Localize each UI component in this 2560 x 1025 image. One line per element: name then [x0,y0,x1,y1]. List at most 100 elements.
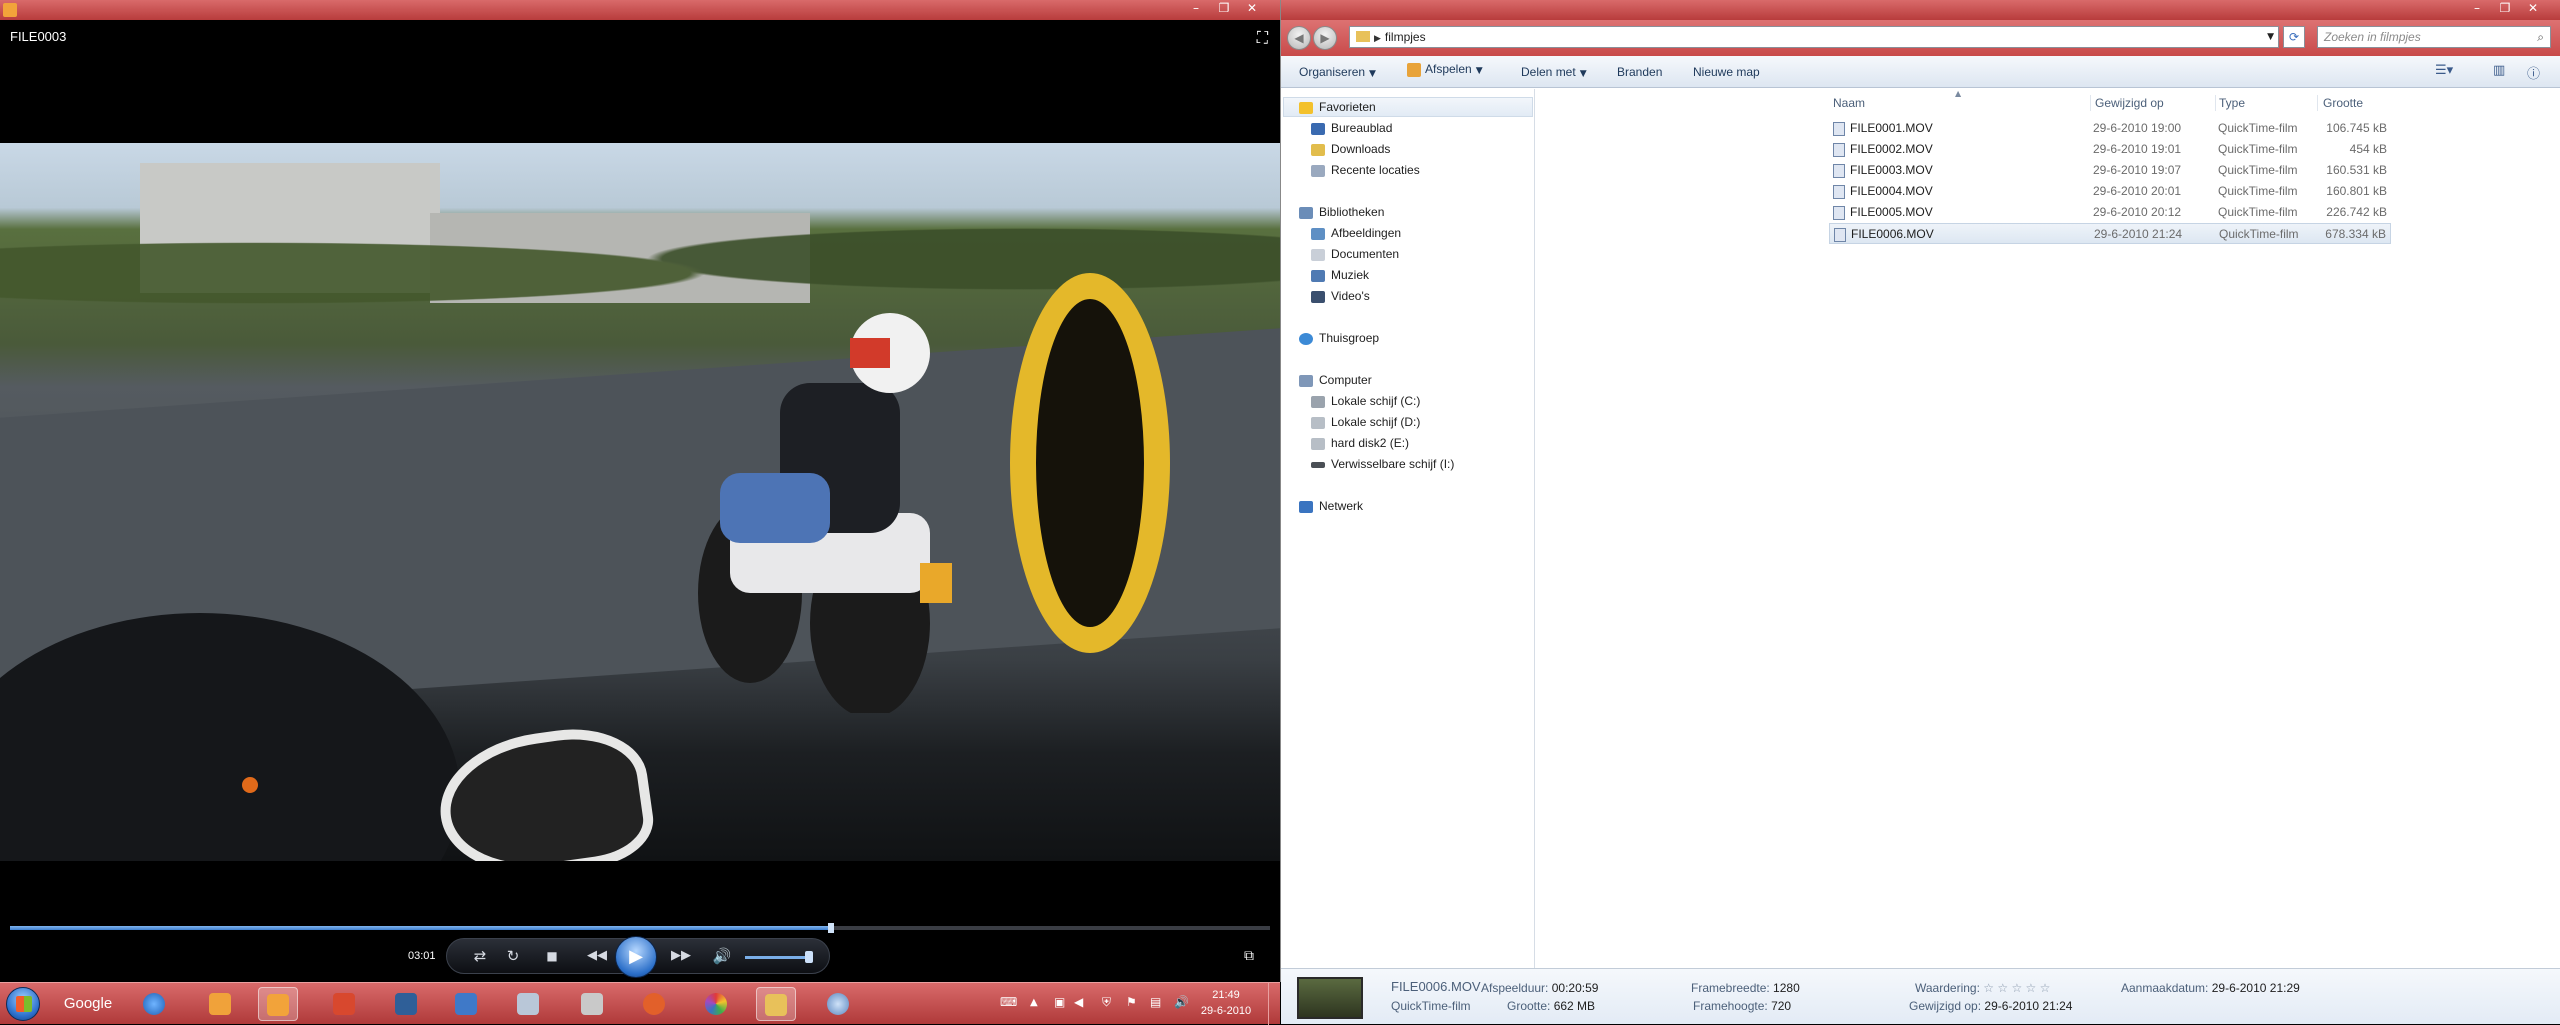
nav-drive-c[interactable]: Lokale schijf (C:) [1311,391,1420,411]
video-frame[interactable] [0,143,1280,861]
nav-favorites[interactable]: Favorieten [1299,97,1376,117]
help-icon[interactable]: ⓘ [2527,63,2540,82]
nav-downloads[interactable]: Downloads [1311,139,1390,159]
homegroup-icon [1299,332,1313,345]
file-row[interactable]: FILE0003.MOV 29-6-2010 19:07 QuickTime-fil… [1829,160,2391,181]
taskbar-messenger[interactable] [200,987,240,1021]
taskbar-calculator[interactable] [508,987,548,1021]
address-bar[interactable]: ▶ filmpjes ▼ [1349,26,2279,48]
repeat-icon[interactable]: ↻ [503,946,523,966]
column-header-name[interactable]: Naam [1833,93,1865,113]
column-header-type[interactable]: Type [2219,93,2245,113]
minimize-icon[interactable]: – [2465,0,2489,16]
volume-slider[interactable] [745,956,813,959]
file-name: FILE0004.MOV [1850,184,1933,198]
search-icon[interactable]: ⌕ [2537,27,2544,47]
play-button[interactable]: Afspelen ▼ [1407,62,1483,77]
nav-music-label: Muziek [1331,268,1370,282]
tray-volume-icon[interactable]: 🔊 [1174,995,1189,1009]
file-row[interactable]: FILE0001.MOV 29-6-2010 19:00 QuickTime-fil… [1829,118,2391,139]
new-folder-button[interactable]: Nieuwe map [1693,65,1760,79]
previous-icon[interactable]: ◀◀ [584,946,610,966]
preview-pane-icon[interactable]: ▥ [2493,63,2505,78]
nav-documents[interactable]: Documenten [1311,244,1399,264]
taskbar-app-tools[interactable] [324,987,364,1021]
taskbar-picasa[interactable] [696,987,736,1021]
nav-music[interactable]: Muziek [1311,265,1369,285]
column-separator[interactable] [2090,95,2091,111]
switch-to-library-icon[interactable]: ⧉ [1244,948,1254,964]
taskbar-game[interactable] [634,987,674,1021]
minimize-icon[interactable]: – [1184,0,1208,16]
tray-flag-icon[interactable]: ⚑ [1126,995,1137,1009]
nav-videos[interactable]: Video's [1311,286,1370,306]
tray-app-icon[interactable]: ▣ [1054,995,1065,1009]
nav-drive-i[interactable]: Verwisselbare schijf (I:) [1311,454,1454,474]
movie-file-icon [1833,164,1845,178]
fullscreen-toggle-icon[interactable]: ⛶ [1257,28,1268,48]
taskbar-explorer[interactable] [756,987,796,1021]
volume-icon[interactable]: 🔊 [712,946,732,966]
rating-stars-icon[interactable]: ☆ ☆ ☆ ☆ ☆ [1983,981,2050,995]
burn-button[interactable]: Branden [1617,65,1662,79]
file-row-selected[interactable]: FILE0006.MOV 29-6-2010 21:24 QuickTime-fil… [1829,223,2391,244]
file-row[interactable]: FILE0005.MOV 29-6-2010 20:12 QuickTime-fil… [1829,202,2391,223]
close-icon[interactable]: ✕ [1240,0,1264,16]
nav-drive-e[interactable]: hard disk2 (E:) [1311,433,1409,453]
taskbar-browser[interactable] [134,987,174,1021]
forward-icon[interactable]: ▶ [1313,26,1337,50]
play-icon[interactable]: ▶ [615,936,657,978]
share-button[interactable]: Delen met ▼ [1521,65,1587,79]
tray-network-icon[interactable]: ▤ [1150,995,1161,1009]
next-icon[interactable]: ▶▶ [668,946,694,966]
file-row[interactable]: FILE0004.MOV 29-6-2010 20:01 QuickTime-fil… [1829,181,2391,202]
nav-network[interactable]: Netwerk [1299,496,1363,516]
search-input[interactable]: Zoeken in filmpjes ⌕ [2317,26,2551,48]
taskbar-clock[interactable]: 21:49 29-6-2010 [1196,987,1256,1019]
volume-slider-handle[interactable] [805,951,813,963]
taskbar-google[interactable]: Google [58,987,118,1021]
close-icon[interactable]: ✕ [2521,0,2545,16]
refresh-icon[interactable]: ⟳ [2283,26,2305,48]
back-icon[interactable]: ◀ [1287,26,1311,50]
taskbar-teamspeak[interactable] [386,987,426,1021]
shuffle-icon[interactable]: ⇄ [470,946,490,966]
tray-keyboard-icon[interactable]: ⌨ [1000,995,1017,1009]
stop-icon[interactable]: ■ [542,946,562,966]
column-separator[interactable] [2317,95,2318,111]
nav-libraries[interactable]: Bibliotheken [1299,202,1384,222]
start-button[interactable] [6,987,40,1021]
seek-bar-handle[interactable] [828,923,834,933]
view-options-icon[interactable]: ☰▾ [2435,63,2453,78]
maximize-icon[interactable]: ❐ [2493,0,2517,16]
nav-desktop[interactable]: Bureaublad [1311,118,1392,138]
column-header-modified[interactable]: Gewijzigd op [2095,93,2164,113]
file-row[interactable]: FILE0002.MOV 29-6-2010 19:01 QuickTime-fil… [1829,139,2391,160]
column-header-size[interactable]: Grootte [2323,93,2363,113]
explorer-window: – ❐ ✕ ◀ ▶ ▶ filmpjes ▼ ⟳ Zoeken in filmpj… [1280,0,2560,1024]
player-titlebar[interactable]: – ❐ ✕ [0,0,1280,20]
breadcrumb-current-folder[interactable]: filmpjes [1385,30,1426,44]
organize-button[interactable]: Organiseren ▼ [1299,65,1376,79]
tray-expand-icon[interactable]: ▲ [1030,997,1038,1008]
taskbar-media-center[interactable] [818,987,858,1021]
file-size: 106.745 kB [2326,121,2387,135]
taskbar-media-player[interactable] [258,987,298,1021]
nav-recent[interactable]: Recente locaties [1311,160,1420,180]
explorer-titlebar[interactable]: – ❐ ✕ [1281,0,2560,20]
nav-pictures[interactable]: Afbeeldingen [1311,223,1401,243]
address-dropdown-icon[interactable]: ▼ [2267,27,2274,47]
breadcrumb-chevron-icon[interactable]: ▶ [1374,34,1381,44]
nav-computer[interactable]: Computer [1299,370,1372,390]
nav-drive-d[interactable]: Lokale schijf (D:) [1311,412,1420,432]
nav-homegroup[interactable]: Thuisgroep [1299,328,1379,348]
duration-label: Afspeelduur: [1481,981,1549,995]
tray-shield-icon[interactable]: ⛨ [1102,995,1111,1010]
taskbar-network-app[interactable] [446,987,486,1021]
file-size: 454 kB [2349,142,2387,156]
maximize-icon[interactable]: ❐ [1212,0,1236,16]
show-desktop-button[interactable] [1268,983,1280,1025]
taskbar-paint[interactable] [572,987,612,1021]
column-separator[interactable] [2215,95,2216,111]
tray-arrow-icon[interactable]: ◀ [1074,995,1083,1009]
